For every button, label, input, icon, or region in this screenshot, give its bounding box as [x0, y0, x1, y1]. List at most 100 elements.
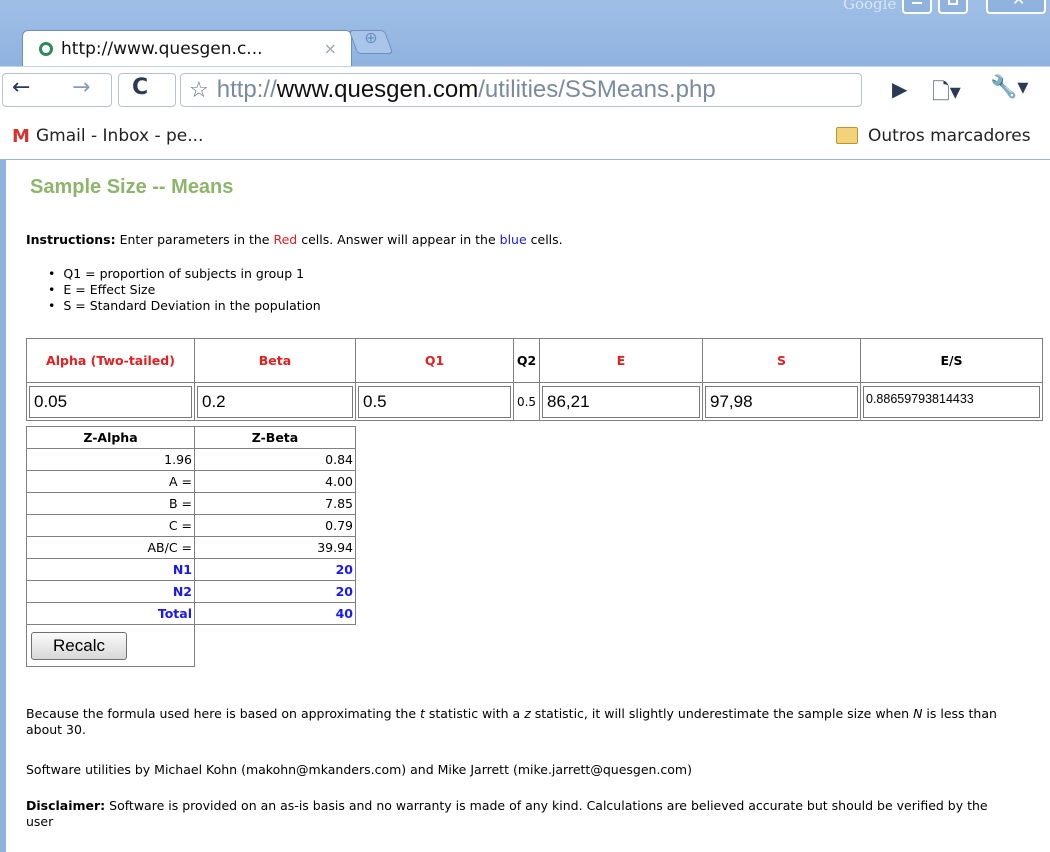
disclaimer: Disclaimer: Software is provided on an a… — [26, 798, 1016, 830]
row-label: B = — [26, 492, 195, 515]
instructions: Instructions: Enter parameters in the Re… — [26, 232, 563, 247]
alpha-input[interactable]: 0.05 — [29, 385, 192, 418]
star-icon[interactable]: ☆ — [189, 78, 209, 103]
minimize-button[interactable] — [902, 0, 932, 14]
header-z-alpha: Z-Alpha — [26, 426, 195, 449]
list-item: Q1 = proportion of subjects in group 1 — [48, 266, 321, 282]
page-title: Sample Size -- Means — [30, 176, 234, 198]
maximize-button[interactable] — [938, 0, 968, 14]
z-alpha-value: 1.96 — [26, 448, 195, 471]
empty-cell — [195, 625, 356, 667]
e-input[interactable]: 86,21 — [542, 385, 700, 418]
table-row: 1.96 0.84 — [26, 448, 356, 471]
disclaimer-label: Disclaimer: — [26, 798, 106, 813]
url-scheme: http:// — [216, 76, 277, 103]
url-path: /utilities/SSMeans.php — [478, 76, 716, 103]
q2-value: 0.5 — [513, 382, 540, 421]
header-alpha: Alpha (Two-tailed) — [26, 338, 195, 383]
result-label-n2: N2 — [26, 580, 195, 603]
wrench-icon[interactable]: 🔧▾ — [990, 75, 1028, 100]
credits: Software utilities by Michael Kohn (mako… — [26, 762, 692, 777]
table-row: A = 4.00 — [26, 470, 356, 493]
header-q1: Q1 — [355, 338, 514, 383]
result-value-n1: 20 — [194, 558, 356, 581]
table-row: Recalc — [26, 624, 356, 667]
tab-active[interactable]: http://www.quesgen.c... × — [22, 30, 352, 66]
list-item: S = Standard Deviation in the population — [48, 298, 320, 314]
table-row: AB/C = 39.94 — [26, 536, 356, 559]
maximize-icon — [948, 0, 958, 5]
note-text: statistic, it will slightly underestimat… — [530, 706, 914, 721]
bookmarks-bar: M Gmail - Inbox - pe... Outros marcadore… — [0, 114, 1050, 160]
result-value-total: 40 — [194, 602, 356, 625]
bookmark-gmail[interactable]: Gmail - Inbox - pe... — [36, 126, 203, 146]
table-row: N2 20 — [26, 580, 356, 603]
header-e: E — [539, 338, 703, 383]
plus-icon[interactable]: ⊕ — [362, 28, 380, 47]
url-domain: www.quesgen.com — [276, 76, 479, 103]
disclaimer-text: Software is provided on an as-is basis a… — [26, 798, 988, 829]
browser-title-bar: Google ✕ http://www.quesgen.c... × ⊕ — [0, 0, 1050, 66]
approximation-note: Because the formula used here is based o… — [26, 706, 1016, 738]
e-cell: 86,21 — [539, 382, 703, 421]
recalc-button[interactable]: Recalc — [31, 631, 127, 660]
q1-cell: 0.5 — [355, 382, 514, 421]
header-q2: Q2 — [513, 338, 540, 383]
close-window-button[interactable]: ✕ — [986, 0, 1046, 14]
bookmark-other[interactable]: Outros marcadores — [868, 126, 1031, 146]
forward-arrow-icon[interactable]: → — [72, 75, 90, 100]
header-z-beta: Z-Beta — [194, 426, 356, 449]
table-row: B = 7.85 — [26, 492, 356, 515]
close-icon: ✕ — [1012, 0, 1025, 9]
q1-input[interactable]: 0.5 — [358, 385, 511, 418]
minimize-icon — [912, 2, 922, 4]
s-cell: 97,98 — [702, 382, 861, 421]
window-brand: Google — [843, 0, 897, 13]
instructions-text: cells. Answer will appear in the — [297, 232, 500, 247]
z-beta-value: 0.84 — [194, 448, 356, 471]
instructions-blue-word: blue — [499, 232, 527, 247]
instructions-text: Enter parameters in the — [115, 232, 274, 247]
s-input[interactable]: 97,98 — [705, 385, 858, 418]
address-bar[interactable]: ☆ http://www.quesgen.com/utilities/SSMea… — [180, 73, 862, 107]
row-value: 0.79 — [194, 514, 356, 537]
header-s: S — [702, 338, 861, 383]
tab-title: http://www.quesgen.c... — [61, 38, 263, 59]
play-icon[interactable]: ▶ — [892, 77, 907, 101]
row-label: AB/C = — [26, 536, 195, 559]
note-text: Because the formula used here is based o… — [26, 706, 420, 721]
calculation-table: Z-Alpha Z-Beta 1.96 0.84 A = 4.00 B = 7.… — [26, 426, 356, 667]
url-text: http://www.quesgen.com/utilities/SSMeans… — [217, 76, 716, 104]
header-es: E/S — [860, 338, 1043, 383]
table-row: Total 40 — [26, 602, 356, 625]
parameters-table: Alpha (Two-tailed) Beta Q1 Q2 E S E/S 0.… — [26, 338, 1043, 421]
list-item: E = Effect Size — [48, 282, 321, 298]
instructions-text: cells. — [526, 232, 563, 247]
row-value: 39.94 — [194, 536, 356, 559]
gmail-icon: M — [12, 126, 30, 147]
alpha-cell: 0.05 — [26, 382, 195, 421]
tab-close-icon[interactable]: × — [324, 39, 337, 58]
page-content: Sample Size -- Means Instructions: Enter… — [6, 160, 1050, 852]
result-value-n2: 20 — [194, 580, 356, 603]
es-cell: 0.88659793814433 — [860, 382, 1043, 421]
note-text: statistic with a — [424, 706, 525, 721]
row-value: 7.85 — [194, 492, 356, 515]
row-label: C = — [26, 514, 195, 537]
row-value: 4.00 — [194, 470, 356, 493]
definitions-list: Q1 = proportion of subjects in group 1 E… — [48, 266, 321, 314]
recalc-cell: Recalc — [26, 624, 195, 667]
back-arrow-icon[interactable]: ← — [12, 75, 30, 100]
beta-cell: 0.2 — [194, 382, 356, 421]
instructions-label: Instructions: — [26, 232, 116, 247]
table-row: N1 20 — [26, 558, 356, 581]
favicon-icon — [39, 41, 53, 56]
reload-icon[interactable]: C — [132, 75, 148, 100]
page-menu-icon[interactable]: 🗋▾ — [932, 75, 961, 113]
instructions-red-word: Red — [273, 232, 298, 247]
browser-toolbar: ← → C ☆ http://www.quesgen.com/utilities… — [0, 66, 1050, 114]
row-label: A = — [26, 470, 195, 493]
beta-input[interactable]: 0.2 — [197, 385, 353, 418]
folder-icon — [836, 127, 858, 144]
result-label-n1: N1 — [26, 558, 195, 581]
